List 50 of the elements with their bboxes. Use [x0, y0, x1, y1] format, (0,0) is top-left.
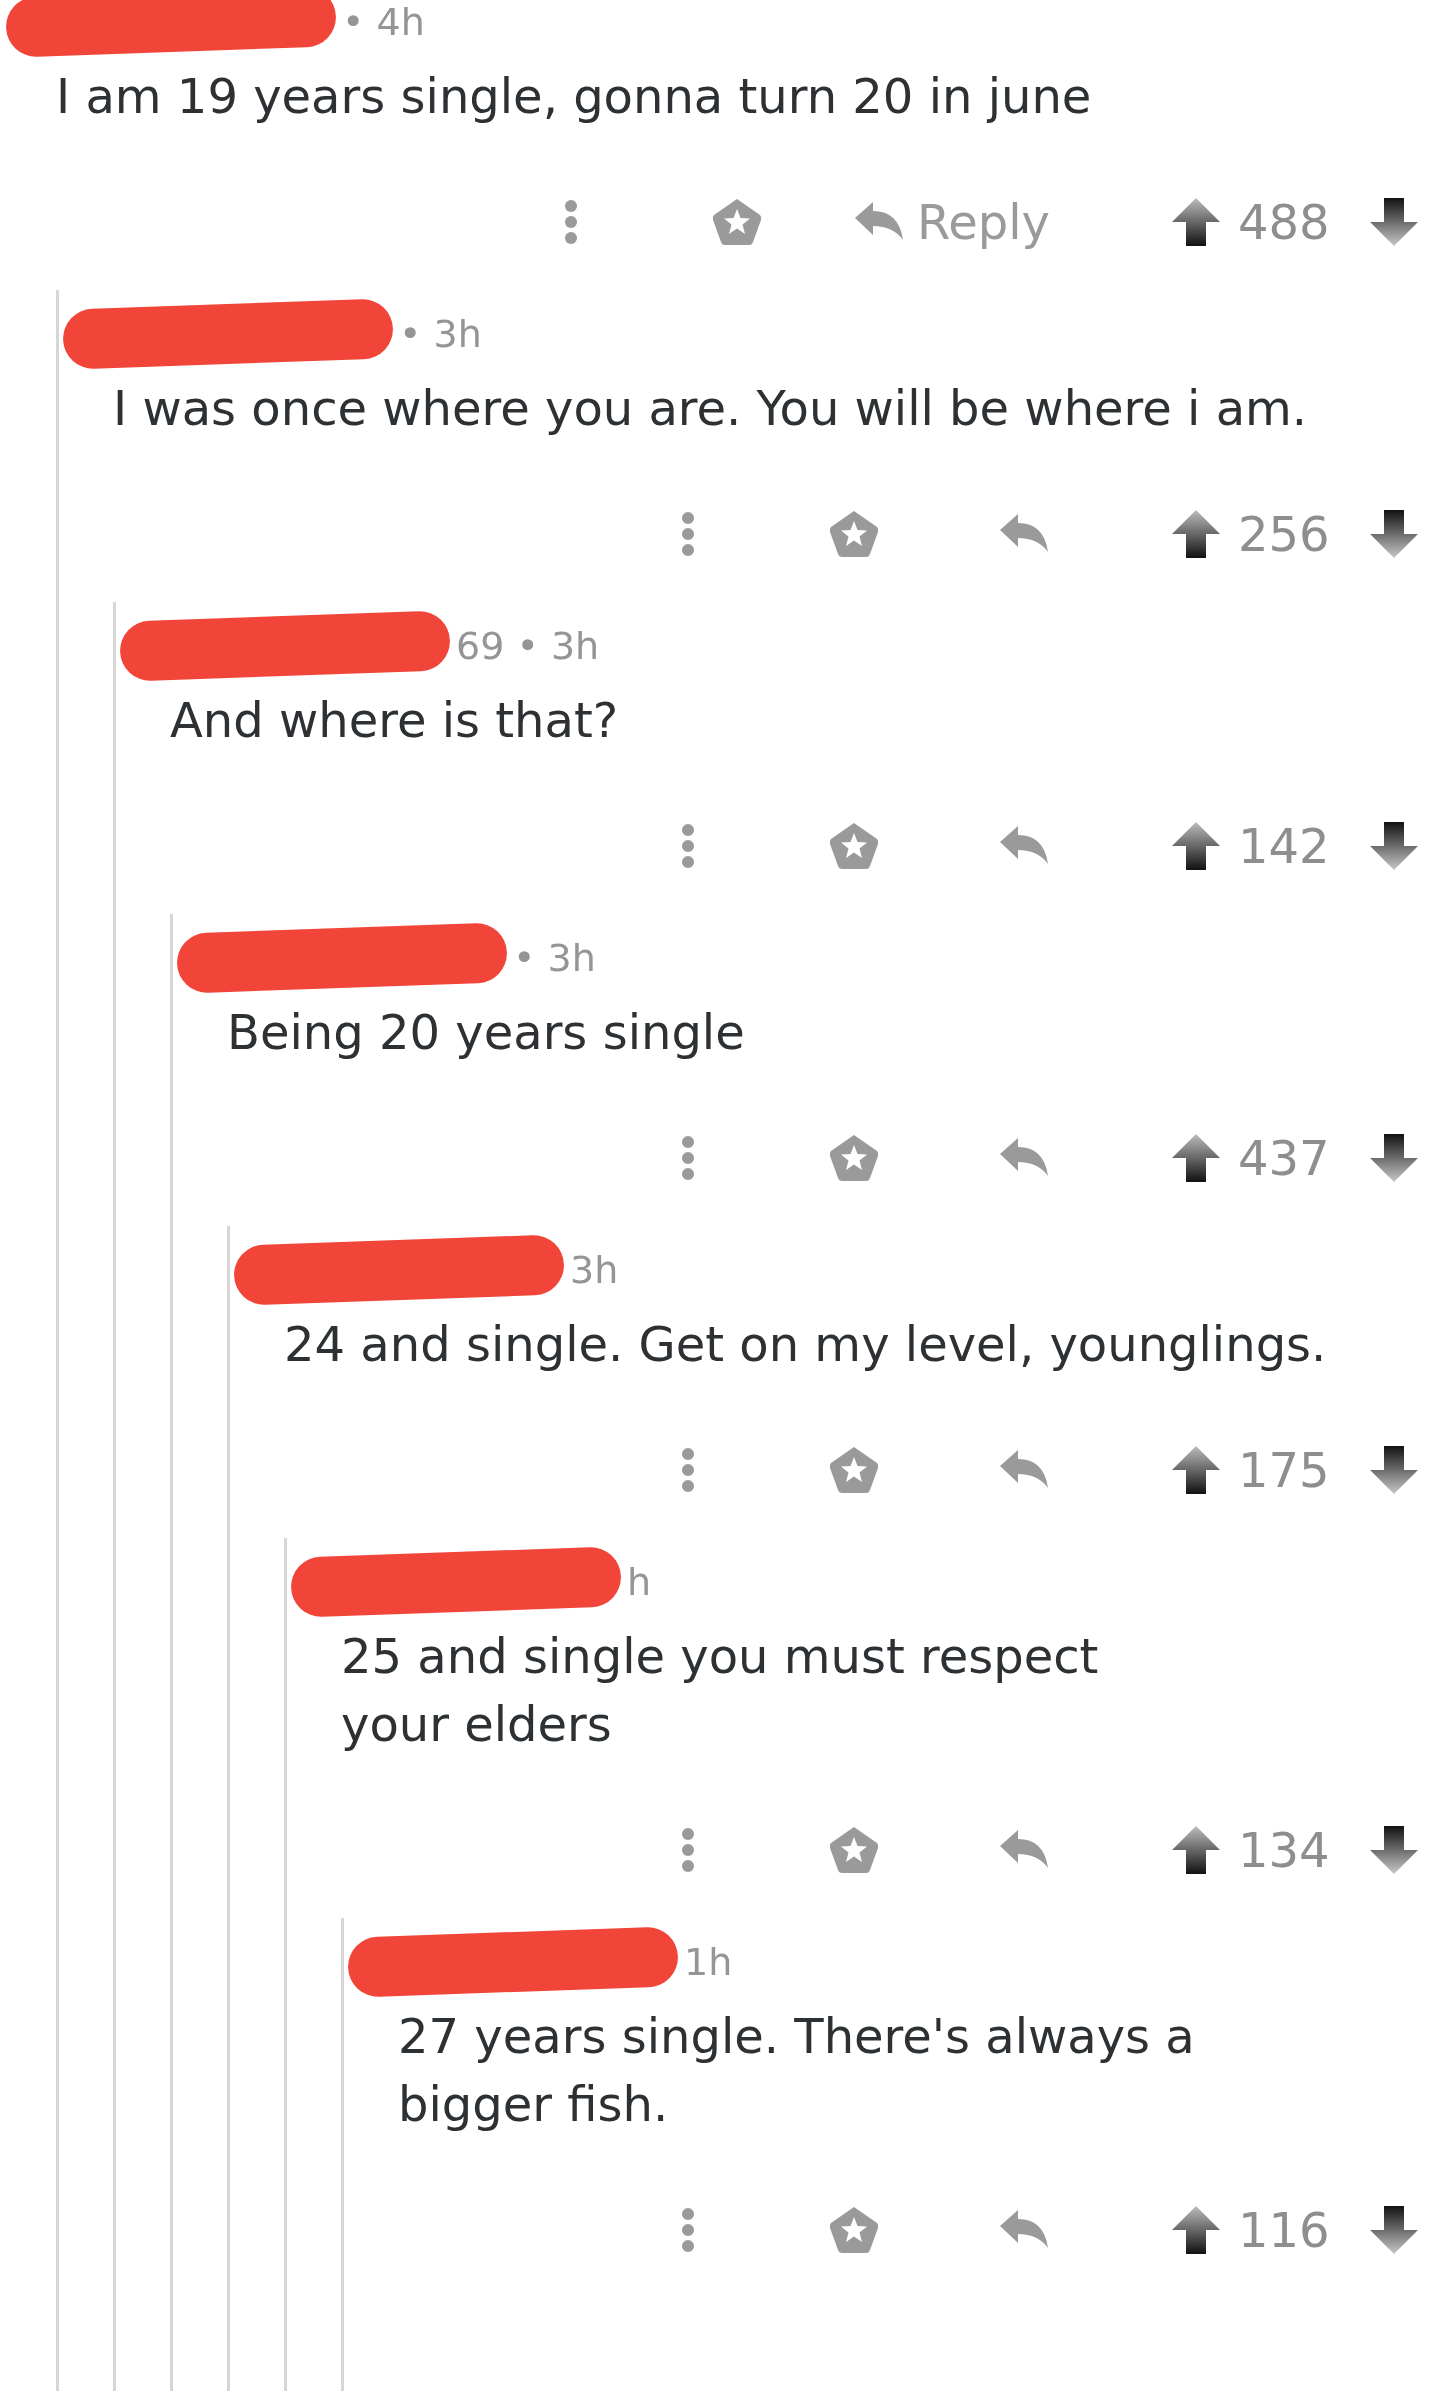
more-options-icon[interactable]: [681, 1827, 695, 1873]
comment-meta: • 4h: [342, 0, 425, 46]
comment-meta: 1h: [684, 1938, 733, 1986]
comment-meta: 69 • 3h: [456, 622, 600, 670]
comment-text: I am 19 years single, gonna turn 20 in june: [56, 67, 1093, 126]
downvote-icon[interactable]: [1368, 196, 1420, 248]
downvote-icon[interactable]: [1368, 1824, 1420, 1876]
star-icon[interactable]: [828, 509, 880, 559]
comment-meta: • 3h: [399, 310, 482, 358]
star-icon[interactable]: [828, 2205, 880, 2255]
more-options-icon[interactable]: [681, 511, 695, 557]
star-icon[interactable]: [828, 1133, 880, 1183]
more-options-icon[interactable]: [681, 1447, 695, 1493]
upvote-icon[interactable]: [1170, 508, 1222, 560]
more-options-icon[interactable]: [681, 1135, 695, 1181]
upvote-icon[interactable]: [1170, 820, 1222, 872]
upvote-icon[interactable]: [1170, 1132, 1222, 1184]
downvote-icon[interactable]: [1368, 508, 1420, 560]
comment-meta: 3h: [570, 1246, 619, 1294]
star-icon[interactable]: [828, 1445, 880, 1495]
vote-count: 142: [1238, 817, 1331, 876]
upvote-icon[interactable]: [1170, 1824, 1222, 1876]
comment-text: 27 years single. There's always a bigger fish.: [398, 2007, 1196, 2134]
comment-text: And where is that?: [170, 691, 620, 750]
more-options-icon[interactable]: [564, 199, 579, 245]
comment-meta: h: [627, 1558, 652, 1606]
upvote-icon[interactable]: [1170, 196, 1222, 248]
downvote-icon[interactable]: [1368, 2204, 1420, 2256]
vote-count: 256: [1238, 505, 1331, 564]
star-icon[interactable]: [828, 821, 880, 871]
comment-text: Being 20 years single: [227, 1003, 746, 1062]
vote-count: 134: [1238, 1821, 1331, 1880]
downvote-icon[interactable]: [1368, 1444, 1420, 1496]
upvote-icon[interactable]: [1170, 2204, 1222, 2256]
star-icon[interactable]: [828, 1825, 880, 1875]
vote-count: 488: [1238, 193, 1331, 252]
comment-meta: • 3h: [513, 934, 596, 982]
vote-count: 437: [1238, 1129, 1331, 1188]
star-icon[interactable]: [711, 197, 764, 247]
vote-count: 116: [1238, 2201, 1331, 2260]
downvote-icon[interactable]: [1368, 1132, 1420, 1184]
reply-button[interactable]: Reply: [853, 186, 1050, 258]
vote-count: 175: [1238, 1441, 1331, 1500]
comment-text: I was once where you are. You will be where i am.: [113, 379, 1309, 438]
upvote-icon[interactable]: [1170, 1444, 1222, 1496]
downvote-icon[interactable]: [1368, 820, 1420, 872]
more-options-icon[interactable]: [681, 823, 695, 869]
comment-text: 24 and single. Get on my level, younglings.: [284, 1315, 1328, 1374]
comment-text: 25 and single you must respect your elders: [341, 1627, 1100, 1754]
more-options-icon[interactable]: [681, 2207, 695, 2253]
